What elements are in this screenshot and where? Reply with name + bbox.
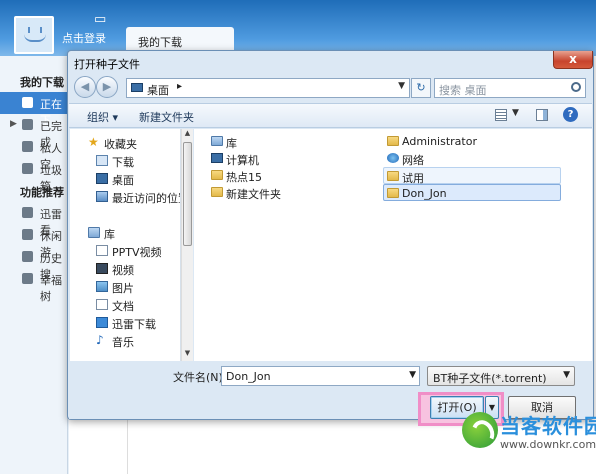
desktop-icon — [96, 173, 108, 184]
thunder-download-icon — [96, 317, 108, 328]
watermark-url: www.downkr.com — [500, 438, 596, 451]
organize-button[interactable]: 组织 ▾ — [87, 109, 118, 125]
video-icon — [96, 263, 108, 274]
scroll-down-icon[interactable]: ▼ — [182, 349, 193, 361]
search-input[interactable]: 搜索 桌面 — [434, 78, 586, 98]
refresh-button[interactable]: ↻ — [411, 78, 431, 98]
filename-label: 文件名(N): — [173, 371, 227, 384]
avatar[interactable] — [14, 16, 54, 54]
sidebar-item-downloading[interactable]: 正在下 — [0, 92, 68, 127]
folder-icon — [211, 187, 223, 197]
pictures-icon — [96, 281, 108, 292]
sidebar-item-thunder-video[interactable]: 迅雷看 — [0, 202, 68, 237]
close-button[interactable]: x — [553, 51, 593, 69]
view-icon[interactable] — [495, 109, 507, 121]
sidebar: 我的下载 正在下 ▶ 已完成 私人空 垃圾箱 功能推荐 迅雷看 休闲游 历史搜 幸… — [0, 56, 68, 474]
desktop-icon — [131, 83, 143, 92]
thunder-icon — [22, 207, 33, 218]
help-icon[interactable]: ? — [563, 107, 578, 122]
chevron-right-icon[interactable]: ▸ — [177, 81, 182, 92]
sidebar-section-title: 我的下载 — [20, 76, 64, 89]
download-icon — [22, 97, 33, 108]
chevron-down-icon[interactable]: ▼ — [409, 370, 416, 380]
filename-input[interactable]: Don_Jon ▼ — [221, 366, 420, 386]
leaf-icon — [22, 273, 33, 284]
list-item[interactable]: 热点15 — [208, 167, 328, 184]
toolbar: 组织 ▾ 新建文件夹 ▼ ? — [69, 103, 592, 128]
folder-icon — [387, 136, 399, 146]
list-item[interactable]: 试用 — [383, 167, 561, 185]
folder-icon — [387, 171, 399, 181]
scroll-up-icon[interactable]: ▲ — [182, 129, 193, 141]
navigation-tree: ★收藏夹 下载 桌面 最近访问的位置 库 PPTV视频 视频 图片 文档 迅雷下… — [70, 129, 181, 361]
address-bar[interactable]: 桌面 ▸ ▼ — [126, 78, 410, 98]
app-header — [0, 0, 596, 56]
sidebar-section-title: 功能推荐 — [20, 186, 64, 199]
address-text: 桌面 — [147, 84, 169, 97]
watermark-title: 当客软件园 — [500, 414, 596, 438]
chevron-down-icon: ▼ — [563, 370, 570, 380]
library-icon — [88, 227, 100, 238]
list-item[interactable]: 网络 — [384, 150, 560, 167]
sidebar-item-history[interactable]: 历史搜 — [0, 246, 68, 281]
chevron-down-icon[interactable]: ▼ — [398, 81, 405, 91]
video-library-icon — [96, 245, 108, 256]
chevron-down-icon[interactable]: ▼ — [512, 108, 519, 118]
new-folder-button[interactable]: 新建文件夹 — [139, 109, 194, 125]
folder-icon — [211, 170, 223, 180]
recent-places-icon — [96, 191, 108, 202]
history-icon — [22, 251, 33, 262]
search-icon — [571, 82, 581, 92]
check-icon — [22, 119, 33, 130]
list-item[interactable]: 库 — [208, 133, 328, 150]
list-item[interactable]: Administrator — [384, 133, 560, 150]
tree-scrollbar[interactable]: ▲ ▼ — [181, 129, 193, 361]
file-list: 库 计算机 热点15 新建文件夹 Administrator 网络 试用 Don… — [194, 129, 592, 361]
list-item-selected[interactable]: Don_Jon — [383, 184, 561, 201]
login-link[interactable]: 点击登录 — [62, 30, 106, 46]
expand-arrow-icon[interactable]: ▶ — [10, 119, 17, 129]
sidebar-item-private[interactable]: 私人空 — [0, 136, 68, 171]
sidebar-item-trash[interactable]: 垃圾箱 — [0, 158, 68, 193]
filetype-select[interactable]: BT种子文件(*.torrent) ▼ — [427, 366, 575, 386]
network-icon — [387, 153, 399, 163]
trash-icon — [22, 163, 33, 174]
list-divider — [69, 420, 128, 474]
list-item[interactable]: 新建文件夹 — [208, 184, 328, 201]
sidebar-item-happy-tree[interactable]: 幸福树 — [0, 268, 68, 303]
preview-pane-icon[interactable] — [536, 109, 548, 121]
open-torrent-dialog: 打开种子文件 x ◀ ▶ 桌面 ▸ ▼ ↻ 搜索 桌面 组织 ▾ 新建文件夹 ▼… — [67, 50, 594, 426]
folder-icon — [387, 188, 399, 198]
list-item[interactable]: 计算机 — [208, 150, 328, 167]
sidebar-item-completed[interactable]: ▶ 已完成 — [0, 114, 68, 149]
back-button[interactable]: ◀ — [74, 76, 96, 98]
forward-button[interactable]: ▶ — [96, 76, 118, 98]
minimize-icon[interactable]: ▭ — [94, 12, 106, 27]
gamepad-icon — [22, 229, 33, 240]
site-logo-icon — [462, 412, 498, 448]
sidebar-item-games[interactable]: 休闲游 — [0, 224, 68, 259]
star-icon: ★ — [88, 135, 99, 149]
computer-icon — [211, 153, 223, 163]
library-icon — [211, 136, 223, 146]
documents-icon — [96, 299, 108, 310]
music-icon: ♪ — [96, 333, 104, 347]
download-folder-icon — [96, 155, 108, 166]
dialog-title: 打开种子文件 — [74, 58, 140, 71]
scroll-thumb[interactable] — [183, 142, 192, 246]
lock-icon — [22, 141, 33, 152]
watermark: 当客软件园 www.downkr.com — [462, 408, 596, 470]
